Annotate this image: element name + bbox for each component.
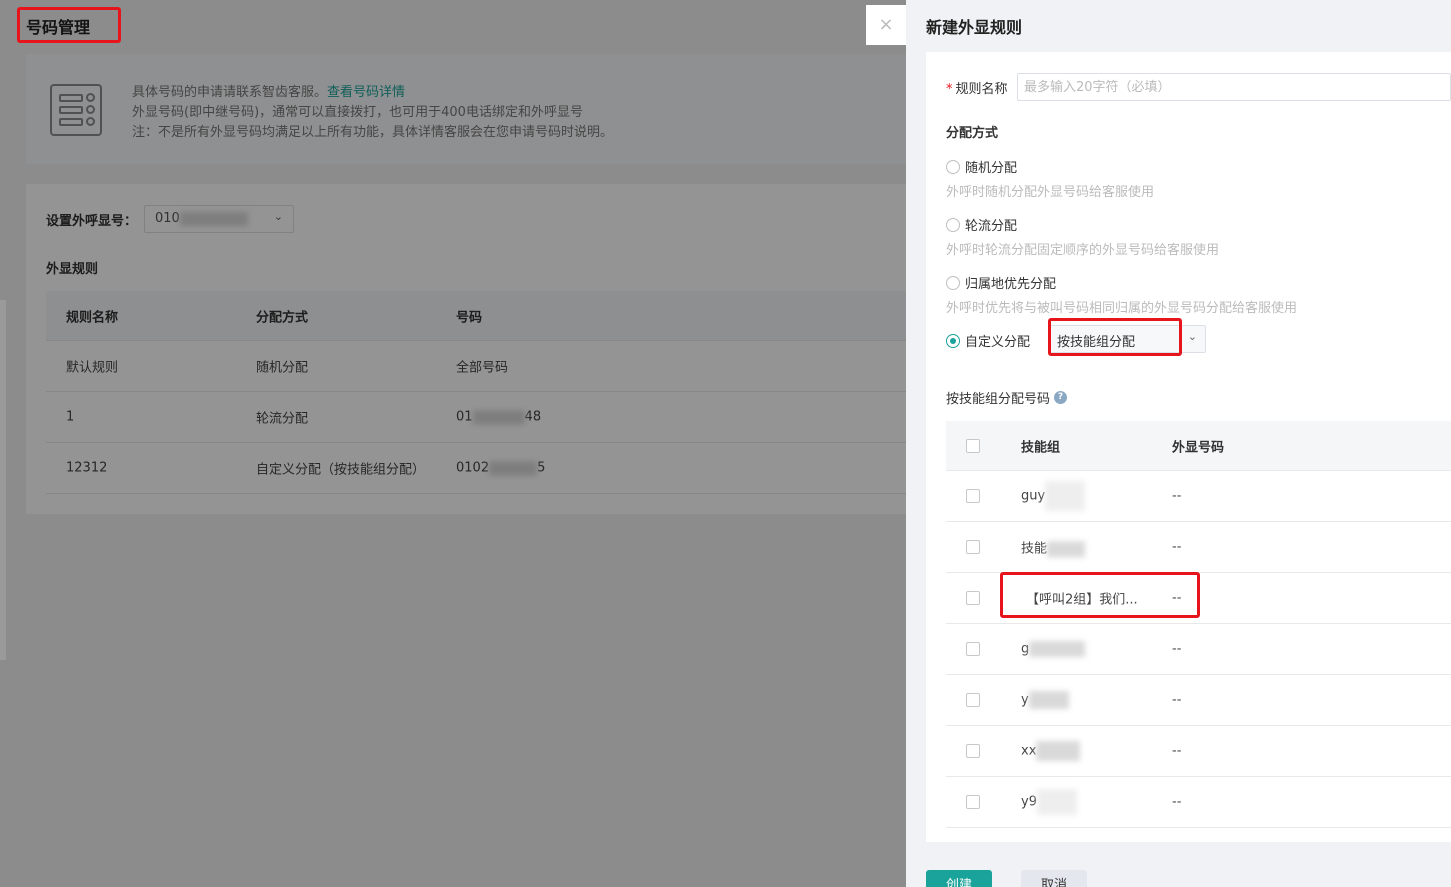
cancel-button[interactable]: 取消 (1021, 870, 1088, 887)
modal-overlay[interactable] (0, 0, 906, 887)
radio-button-selected[interactable] (946, 333, 960, 348)
radio-region-priority[interactable]: 归属地优先分配 (946, 273, 1056, 292)
radio-custom[interactable]: 自定义分配 (946, 331, 1030, 350)
chevron-down-icon: ⌄ (1187, 330, 1197, 343)
highlight-box-skill-row (1000, 572, 1200, 618)
skill-group-name: 技能 (1021, 537, 1086, 557)
select-all-checkbox[interactable] (966, 438, 980, 453)
skill-group-table: 技能组 外显号码 guy -- 技能 -- 【呼叫2组】我们... -- g -… (946, 421, 1451, 828)
outbound-number-value: -- (1172, 539, 1182, 555)
radio-button[interactable] (946, 217, 960, 232)
outbound-number-value: -- (1172, 794, 1182, 810)
table-row[interactable]: y -- (946, 675, 1451, 726)
radio-label: 随机分配 (965, 161, 1018, 176)
drawer-title: 新建外显规则 (926, 18, 1023, 37)
skill-group-text: 技能 (1021, 541, 1048, 557)
radio-button[interactable] (946, 275, 960, 290)
skill-group-name: guy (1021, 481, 1086, 511)
redacted-text (1045, 481, 1086, 511)
outbound-number-value: -- (1172, 488, 1182, 504)
skill-group-text: xx (1021, 743, 1037, 759)
skill-group-text: g (1021, 641, 1030, 657)
col-outbound-number: 外显号码 (1172, 440, 1225, 455)
radio-label: 轮流分配 (965, 219, 1018, 234)
page-scrollbar[interactable] (0, 300, 6, 660)
skill-assign-title: 按技能组分配号码? (946, 388, 1068, 407)
redacted-text (1036, 741, 1081, 761)
radio-random-desc: 外呼时随机分配外显号码给客服使用 (946, 185, 1155, 200)
radio-label: 自定义分配 (965, 335, 1031, 350)
create-button[interactable]: 创建 (926, 870, 993, 887)
redacted-text (1047, 540, 1086, 557)
skill-group-name: y9 (1021, 789, 1077, 815)
row-checkbox[interactable] (966, 744, 980, 758)
rule-name-input[interactable] (1017, 73, 1451, 101)
redacted-text (1028, 691, 1069, 709)
outbound-number-value: -- (1172, 692, 1182, 708)
radio-round-robin-desc: 外呼时轮流分配固定顺序的外显号码给客服使用 (946, 243, 1220, 258)
rule-name-label-text: 规则名称 (955, 82, 1008, 97)
skill-assign-title-text: 按技能组分配号码 (946, 392, 1051, 407)
radio-round-robin[interactable]: 轮流分配 (946, 215, 1017, 234)
assign-mode-title: 分配方式 (946, 126, 999, 141)
row-checkbox[interactable] (966, 591, 980, 605)
highlight-box-select (1048, 318, 1182, 356)
row-checkbox[interactable] (966, 489, 980, 503)
table-row[interactable]: g -- (946, 624, 1451, 675)
redacted-text (1029, 641, 1086, 657)
radio-region-priority-desc: 外呼时优先将与被叫号码相同归属的外显号码分配给客服使用 (946, 301, 1298, 316)
rule-name-label: * 规则名称 (946, 78, 1008, 97)
skill-group-text: y (1021, 692, 1029, 708)
help-icon[interactable]: ? (1054, 391, 1068, 404)
row-checkbox[interactable] (966, 540, 980, 554)
redacted-text (1036, 789, 1077, 815)
close-drawer-button[interactable]: × (866, 5, 906, 45)
skill-group-text: y9 (1021, 794, 1037, 810)
skill-group-name: y (1021, 691, 1069, 709)
outbound-number-value: -- (1172, 641, 1182, 657)
outbound-number-value: -- (1172, 743, 1182, 759)
table-row[interactable]: guy -- (946, 471, 1451, 522)
table-row[interactable]: y9 -- (946, 777, 1451, 828)
table-header: 技能组 外显号码 (946, 421, 1451, 471)
col-skill-group: 技能组 (1021, 440, 1061, 455)
skill-group-name: g (1021, 641, 1086, 657)
close-icon: × (878, 14, 894, 35)
skill-group-name: xx (1021, 741, 1081, 761)
skill-group-text: guy (1021, 488, 1046, 504)
row-checkbox[interactable] (966, 693, 980, 707)
row-checkbox[interactable] (966, 642, 980, 656)
radio-random[interactable]: 随机分配 (946, 157, 1017, 176)
row-checkbox[interactable] (966, 795, 980, 809)
highlight-box-title (17, 7, 121, 43)
table-row[interactable]: 技能 -- (946, 522, 1451, 573)
table-row[interactable]: xx -- (946, 726, 1451, 777)
new-rule-drawer: 新建外显规则 *规则名称 分配方式 随机分配 外呼时随机分配外显号码给客服使用 … (906, 0, 1451, 887)
required-mark: * (946, 82, 953, 97)
radio-button[interactable] (946, 159, 960, 174)
radio-label: 归属地优先分配 (965, 277, 1057, 292)
